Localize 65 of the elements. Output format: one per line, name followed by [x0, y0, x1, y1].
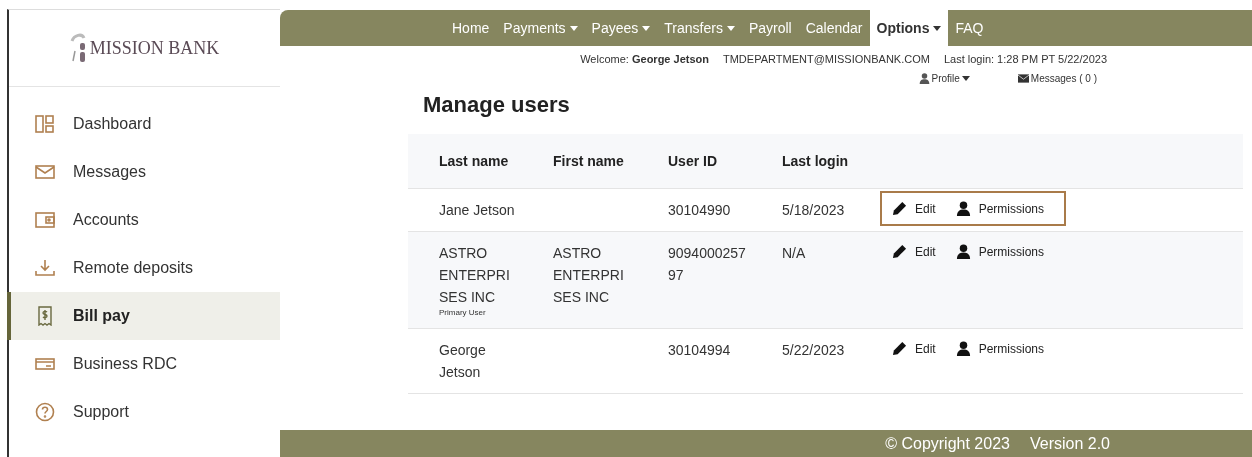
user-email: TMDEPARTMENT@MISSIONBANK.COM	[723, 53, 930, 65]
column-header: User ID	[668, 153, 719, 169]
sidebar-item[interactable]: Bill pay	[7, 292, 280, 340]
mail-icon	[1017, 73, 1029, 84]
column-header: First name	[553, 153, 625, 169]
welcome-text: Welcome: George Jetson	[580, 53, 709, 65]
nav-tab[interactable]: Calendar	[798, 10, 870, 46]
caret-icon	[933, 25, 942, 31]
wallet-icon	[35, 210, 55, 230]
nav-tab[interactable]: Payroll	[741, 10, 799, 46]
nav-tab[interactable]: FAQ	[948, 10, 991, 46]
sidebar-item[interactable]: Support	[7, 388, 280, 436]
column-header: Last login	[782, 153, 850, 169]
nav-tab[interactable]: Options	[869, 10, 949, 46]
nav-tab[interactable]: Transfers	[657, 10, 742, 46]
table-cell: Jane Jetson	[439, 202, 515, 218]
user-icon	[955, 201, 971, 216]
pencil-icon	[892, 341, 907, 356]
nav-tab[interactable]: Home	[445, 10, 497, 46]
mail-icon	[35, 162, 55, 182]
sidebar-item[interactable]: Accounts	[7, 196, 280, 244]
table-cell: 5/18/2023	[782, 202, 845, 218]
table-cell: George Jetson	[439, 342, 486, 380]
sidebar-item[interactable]: Messages	[7, 148, 280, 196]
nav-tab[interactable]: Payments	[496, 10, 585, 46]
table-cell: ASTRO ENTERPRI SES INC	[553, 245, 624, 305]
table-cell: 9094000257 97	[668, 245, 746, 283]
table-cell: 30104990	[668, 202, 731, 218]
version-text: Version 2.0	[1029, 434, 1110, 453]
user-icon	[918, 73, 930, 84]
edit-button[interactable]: Edit	[892, 201, 936, 216]
table-cell: 5/22/2023	[782, 342, 845, 358]
caret-icon	[961, 76, 970, 81]
logo-icon	[69, 33, 88, 63]
table-cell: 30104994	[668, 342, 731, 358]
caret-icon	[726, 25, 735, 31]
user-icon	[955, 244, 971, 259]
caret-icon	[642, 25, 651, 31]
receipt-icon	[35, 306, 55, 326]
table-cell: ASTRO ENTERPRI SES INC	[439, 245, 510, 305]
pencil-icon	[892, 201, 907, 216]
dashboard-icon	[35, 114, 55, 134]
copyright-text: © Copyright 2023	[885, 434, 1010, 453]
edit-button[interactable]: Edit	[892, 341, 936, 356]
sidebar-item[interactable]: Remote deposits	[7, 244, 280, 292]
caret-icon	[569, 25, 578, 31]
user-icon	[955, 341, 971, 356]
profile-menu[interactable]: Profile	[918, 73, 970, 84]
edit-button[interactable]: Edit	[892, 244, 936, 259]
permissions-button[interactable]: Permissions	[955, 341, 1045, 356]
sidebar-item[interactable]: Dashboard	[7, 100, 280, 148]
primary-user-note: Primary User	[439, 308, 487, 318]
download-icon	[35, 258, 55, 278]
last-login-text: Last login: 1:28 PM PT 5/22/2023	[943, 53, 1107, 65]
page-title: Manage users	[423, 92, 571, 118]
pencil-icon	[892, 244, 907, 259]
sidebar-item[interactable]: Business RDC	[7, 340, 280, 388]
permissions-button[interactable]: Permissions	[955, 244, 1045, 259]
bank-logo: MISSION BANK	[89, 37, 220, 59]
column-header: Last name	[439, 153, 510, 169]
nav-tab[interactable]: Payees	[584, 10, 658, 46]
permissions-button[interactable]: Permissions	[955, 201, 1045, 216]
messages-link[interactable]: Messages ( 0 )	[1017, 73, 1097, 84]
help-icon	[35, 402, 55, 422]
table-cell: N/A	[782, 245, 806, 261]
